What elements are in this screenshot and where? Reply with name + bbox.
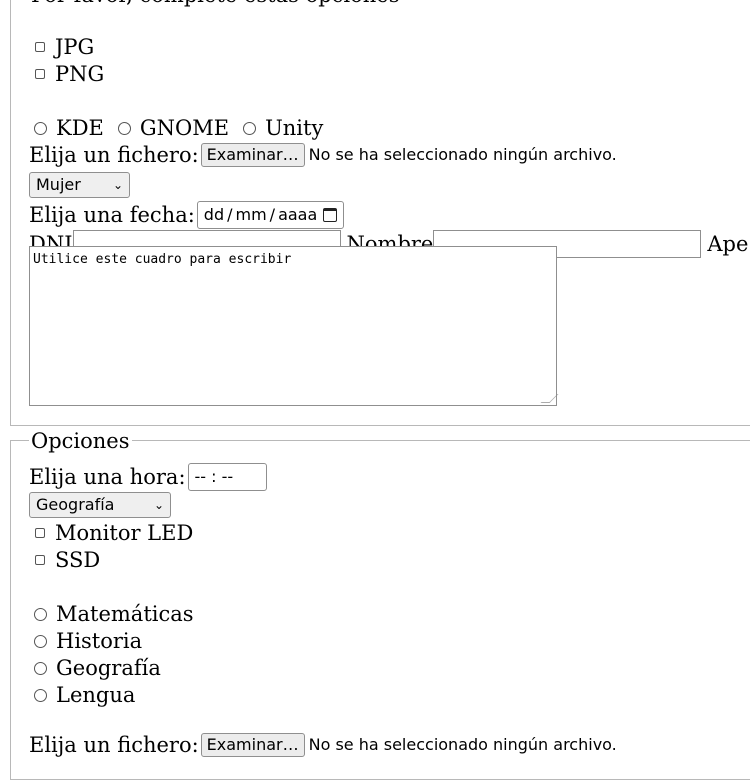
comments-textarea[interactable]: Utilice este cuadro para escribir [29, 246, 559, 406]
textarea-text: Utilice este cuadro para escribir [33, 252, 292, 267]
checkbox-ssd-row[interactable]: SSD [29, 547, 100, 573]
file-row: Elija un fichero: Examinar… No se ha sel… [29, 142, 617, 168]
checkbox-jpg-row[interactable]: JPG [29, 34, 94, 60]
options-legend: Opciones [29, 428, 132, 454]
checkbox-png-row[interactable]: PNG [29, 61, 104, 87]
time-row: Elija una hora: -- : -- [29, 463, 267, 491]
preferences-fieldset: Por favor, complete estas opciones JPG P… [10, 0, 750, 426]
desktop-radio-row: KDE GNOME Unity [29, 115, 323, 141]
lengua-label: Lengua [56, 683, 136, 707]
geografia-radio[interactable] [34, 661, 47, 675]
lengua-radio[interactable] [34, 688, 47, 702]
radio-geografia-row[interactable]: Geografía [29, 655, 161, 681]
time-value: -- : -- [194, 467, 234, 486]
unity-label: Unity [265, 116, 324, 140]
fieldset-legend: Por favor, complete estas opciones [29, 0, 402, 8]
date-month: mm [235, 205, 267, 224]
chevron-down-icon: ⌄ [153, 498, 164, 512]
png-label: PNG [55, 62, 105, 86]
gnome-label: GNOME [139, 116, 230, 140]
checkbox-monitor-row[interactable]: Monitor LED [29, 520, 193, 546]
matematicas-radio[interactable] [34, 607, 47, 621]
monitor-led-label: Monitor LED [55, 521, 194, 545]
historia-label: Historia [56, 629, 143, 653]
jpg-label: JPG [55, 35, 95, 59]
gnome-radio[interactable] [117, 121, 131, 135]
date-label: Elija una fecha: [29, 203, 195, 227]
date-row: Elija una fecha: dd / mm / aaaa [29, 201, 345, 229]
gender-select[interactable]: Mujer ⌄ [29, 172, 130, 198]
date-year: aaaa [278, 205, 318, 224]
browse-button-2[interactable]: Examinar… [200, 733, 305, 757]
unity-radio[interactable] [243, 121, 257, 135]
chevron-down-icon: ⌄ [112, 178, 123, 192]
time-label: Elija una hora: [29, 465, 186, 489]
file-label: Elija un fichero: [29, 143, 199, 167]
radio-historia-row[interactable]: Historia [29, 628, 142, 654]
options-fieldset: Opciones Elija una hora: -- : -- Geograf… [10, 428, 750, 780]
radio-matematicas-row[interactable]: Matemáticas [29, 601, 194, 627]
kde-label: KDE [56, 116, 104, 140]
apellidos-label: Ape [707, 232, 749, 256]
browse-button[interactable]: Examinar… [200, 143, 305, 167]
file-label-2: Elija un fichero: [29, 733, 199, 757]
jpg-checkbox[interactable] [35, 42, 45, 52]
gender-select-row: Mujer ⌄ [29, 172, 130, 198]
subject-select[interactable]: Geografía ⌄ [29, 492, 171, 518]
ssd-checkbox[interactable] [35, 555, 45, 565]
gender-select-value: Mujer [36, 175, 81, 194]
png-checkbox[interactable] [35, 69, 45, 79]
resize-grip-icon[interactable] [540, 394, 559, 403]
monitor-led-checkbox[interactable] [35, 528, 45, 538]
calendar-icon[interactable] [323, 208, 338, 222]
file-status-2: No se ha seleccionado ningún archivo. [308, 735, 617, 754]
file-status: No se ha seleccionado ningún archivo. [308, 145, 617, 164]
date-day: dd [203, 205, 225, 224]
matematicas-label: Matemáticas [56, 602, 194, 626]
kde-radio[interactable] [34, 121, 47, 135]
date-input[interactable]: dd / mm / aaaa [196, 201, 345, 229]
historia-radio[interactable] [34, 634, 47, 648]
radio-lengua-row[interactable]: Lengua [29, 682, 135, 708]
file-row-2: Elija un fichero: Examinar… No se ha sel… [29, 732, 617, 758]
geografia-label: Geografía [56, 656, 161, 680]
time-input[interactable]: -- : -- [187, 463, 267, 491]
subject-select-value: Geografía [36, 495, 115, 514]
ssd-label: SSD [55, 548, 101, 572]
subject-select-row: Geografía ⌄ [29, 492, 171, 518]
